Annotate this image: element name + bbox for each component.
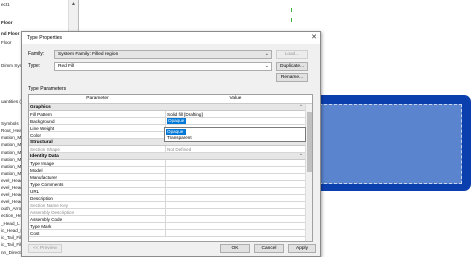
cell-divider [165,230,166,237]
table-row[interactable]: Manufacturer [29,174,305,181]
dropdown-option-transparent[interactable]: Transparent [166,135,192,141]
cell-divider [165,202,166,209]
scrollbar-thumb[interactable] [307,112,312,172]
family-select[interactable]: System Family: Filled region ⌄ [54,50,272,59]
table-row[interactable]: Section Shape Not Defined [29,146,305,153]
param-name: Type Mark [30,223,52,229]
reference-line [291,8,292,12]
table-row[interactable]: Cost [29,230,305,237]
browser-item[interactable]: nd Floor [1,31,19,36]
param-name: Cost [30,230,40,236]
cell-divider [165,181,166,188]
browser-item[interactable]: ic_Head_F [1,228,23,233]
browser-item[interactable]: Floor [1,20,12,25]
type-parameters-table: Parameter Value Graphics ⌃ Fill Pattern … [28,94,313,242]
table-row[interactable]: Section Name Key [29,202,305,209]
dialog-titlebar[interactable]: Type Properties ✕ [22,32,320,44]
type-label: Type: [28,63,41,69]
param-name: Color [30,132,41,138]
cell-divider [165,160,166,167]
type-select[interactable]: Red Fill ⌄ [54,62,272,71]
dialog-title: Type Properties [27,35,63,41]
chevron-up-icon[interactable]: ▲ [70,1,77,7]
close-icon[interactable]: ✕ [311,33,317,41]
cancel-button[interactable]: Cancel [254,244,284,253]
table-row[interactable]: Type Comments [29,181,305,188]
group-identity-data[interactable]: Identity Data ⌃ [29,153,305,160]
cell-divider [165,167,166,174]
group-label: Graphics [30,104,51,110]
background-value-select[interactable]: Opaque [167,118,186,124]
filled-region[interactable] [300,95,471,191]
param-value: Not Defined [167,146,192,152]
column-header-value: Value [229,96,242,101]
family-value: System Family: Filled region [58,52,119,57]
preview-button[interactable]: << Preview [28,244,62,253]
apply-button[interactable]: Apply [288,244,316,253]
table-row[interactable]: Type Image [29,160,305,167]
load-button[interactable]: Load... [276,50,308,59]
cell-divider [165,188,166,195]
table-header: Parameter Value [29,95,312,104]
param-name: Model [30,167,43,173]
group-label: Structural [30,139,53,145]
table-row[interactable]: URL [29,188,305,195]
cell-divider [165,146,166,153]
collapse-icon[interactable]: ⌃ [299,104,303,110]
column-header-parameter: Parameter [86,96,109,101]
table-row[interactable]: Type Mark [29,223,305,230]
cell-divider [165,118,166,125]
browser-item[interactable]: uantities (s [1,99,23,104]
cell-divider [165,223,166,230]
param-name: Assembly Description [30,209,75,215]
param-name: Type Image [30,160,55,166]
cell-divider [165,216,166,223]
filled-region-interior [309,104,462,184]
background-dropdown-list[interactable]: Opaque Transparent [164,127,306,142]
cell-divider [165,209,166,216]
reference-line [291,18,292,22]
param-name: Fill Pattern [30,111,52,117]
type-properties-dialog: Type Properties ✕ Family: System Family:… [21,31,321,257]
param-name: Manufacturer [30,174,58,180]
param-name: Description [30,195,53,201]
table-row[interactable]: Fill Pattern Solid fill [Drafting] [29,111,305,118]
type-value: Red Fill [58,64,75,69]
browser-item[interactable]: Floor [1,40,11,45]
table-scrollbar[interactable] [305,104,312,241]
type-parameters-label: Type Parameters [28,86,67,92]
chevron-down-icon: ⌄ [264,51,269,57]
ok-button[interactable]: OK [220,244,250,253]
collapse-icon[interactable]: ⌃ [299,153,303,159]
group-graphics[interactable]: Graphics ⌃ [29,104,305,111]
duplicate-button[interactable]: Duplicate... [276,62,308,71]
cell-divider [165,174,166,181]
param-name: URL [30,188,40,194]
param-value: Solid fill [Drafting] [167,111,203,117]
table-row[interactable]: Model [29,167,305,174]
browser-item[interactable]: Symbols [1,121,19,126]
browser-item[interactable]: ect1 [1,2,10,7]
cell-divider [165,111,166,118]
param-name: Section Shape [30,146,60,152]
param-name: Assembly Code [30,216,63,222]
param-name: Line Weight [30,125,55,131]
table-row[interactable]: Assembly Description [29,209,305,216]
rename-button[interactable]: Rename... [276,73,308,82]
param-name: Type Comments [30,181,64,187]
chevron-down-icon: ⌄ [264,63,269,69]
param-name: Section Name Key [30,202,69,208]
table-row[interactable]: Background Opaque [29,118,305,125]
param-name: Background [30,118,55,124]
family-label: Family: [28,51,45,57]
cell-divider [165,195,166,202]
browser-item[interactable]: _Head_L [1,221,20,226]
group-label: Identity Data [30,153,59,159]
table-row[interactable]: Assembly Code [29,216,305,223]
table-row[interactable]: Description [29,195,305,202]
